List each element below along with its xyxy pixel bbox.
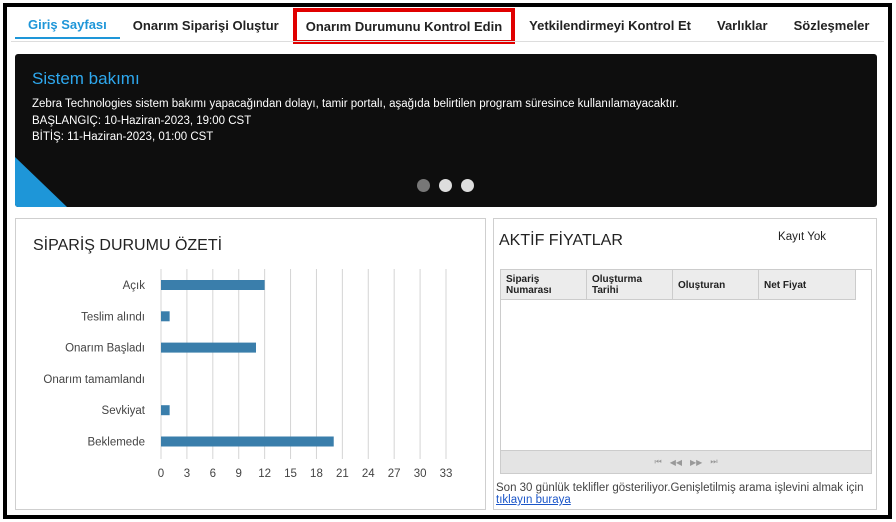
- carousel-dot-1[interactable]: [417, 179, 430, 192]
- order-status-chart: 0 3 6 9 12 15 18 21 24 27 30 33 Açık Teslim alındı Ona…: [43, 269, 453, 480]
- carousel-dot-3[interactable]: [461, 179, 474, 192]
- y-category-label: Onarım tamamlandı: [43, 374, 145, 386]
- banner-title: Sistem bakımı: [32, 69, 140, 88]
- carousel-dots: [417, 179, 474, 192]
- bar: [161, 405, 170, 416]
- nav-check-repair-status[interactable]: Onarım Durumunu Kontrol Edin: [292, 8, 516, 44]
- nav-contracts[interactable]: Sözleşmeler: [781, 11, 883, 39]
- x-tick-label: 33: [440, 468, 453, 480]
- x-tick-label: 15: [284, 468, 297, 480]
- banner-line-1: Zebra Technologies sistem bakımı yapacağ…: [32, 98, 679, 110]
- y-category-label: Sevkiyat: [102, 405, 146, 417]
- x-tick-label: 27: [388, 468, 401, 480]
- y-category-label: Beklemede: [87, 437, 145, 449]
- maintenance-banner: Sistem bakımı Zebra Technologies sistem …: [15, 54, 877, 207]
- prev-page-icon[interactable]: ◀◀: [670, 458, 682, 467]
- bar: [161, 311, 170, 322]
- order-status-summary-panel: SİPARİŞ DURUMU ÖZETİ 0 3 6 9 12 15 18 21 24 27 30 3…: [15, 218, 486, 510]
- active-prices-title: AKTİF FİYATLAR: [499, 232, 623, 249]
- x-tick-label: 6: [210, 468, 216, 480]
- x-tick-label: 21: [336, 468, 349, 480]
- x-tick-label: 24: [362, 468, 375, 480]
- x-tick-label: 0: [158, 468, 164, 480]
- banner-line-2: BAŞLANGIÇ: 10-Haziran-2023, 19:00 CST: [32, 114, 252, 127]
- app-frame: Giriş Sayfası Onarım Siparişi Oluştur On…: [3, 3, 892, 519]
- active-prices-panel: AKTİF FİYATLAR Kayıt Yok Sipariş Numaras…: [493, 218, 877, 510]
- banner-text: Zebra Technologies sistem bakımı yapacağ…: [32, 96, 679, 146]
- nav-divider: [11, 41, 884, 42]
- last-page-icon[interactable]: ⏭: [710, 457, 717, 467]
- no-records-label: Kayıt Yok: [778, 231, 826, 243]
- nav-create-repair-order[interactable]: Onarım Siparişi Oluştur: [120, 11, 292, 39]
- x-tick-label: 9: [236, 468, 242, 480]
- main-nav: Giriş Sayfası Onarım Siparişi Oluştur On…: [15, 8, 883, 44]
- grid-pager: ⏮ ◀◀ ▶▶ ⏭: [501, 450, 871, 473]
- quotes-note-text: Son 30 günlük teklifler gösteriliyor.Gen…: [496, 482, 864, 494]
- bar: [161, 342, 256, 353]
- quotes-note: Son 30 günlük teklifler gösteriliyor.Gen…: [496, 482, 866, 506]
- banner-line-3: BİTİŞ: 11-Haziran-2023, 01:00 CST: [32, 131, 214, 143]
- nav-assets[interactable]: Varlıklar: [704, 11, 781, 39]
- x-tick-label: 3: [184, 468, 190, 480]
- col-order-number[interactable]: Sipariş Numarası: [501, 270, 587, 300]
- y-category-label: Onarım Başladı: [65, 343, 145, 355]
- x-tick-label: 12: [258, 468, 271, 480]
- x-tick-label: 30: [414, 468, 427, 480]
- col-net-price[interactable]: Net Fiyat: [759, 270, 856, 300]
- extended-search-link[interactable]: tıklayın buraya: [496, 494, 571, 506]
- x-tick-label: 18: [310, 468, 323, 480]
- col-created-by[interactable]: Oluşturan: [673, 270, 759, 300]
- grid-header: Sipariş Numarası Oluşturma Tarihi Oluştu…: [501, 270, 856, 300]
- first-page-icon[interactable]: ⏮: [654, 457, 661, 467]
- nav-check-authorization[interactable]: Yetkilendirmeyi Kontrol Et: [516, 11, 704, 39]
- carousel-dot-2[interactable]: [439, 179, 452, 192]
- bar: [161, 436, 334, 447]
- col-created-date[interactable]: Oluşturma Tarihi: [587, 270, 673, 300]
- y-category-label: Açık: [123, 280, 146, 292]
- prices-grid: Sipariş Numarası Oluşturma Tarihi Oluştu…: [500, 269, 872, 474]
- banner-corner-decoration: [15, 157, 67, 207]
- bar: [161, 280, 265, 290]
- next-page-icon[interactable]: ▶▶: [690, 458, 702, 467]
- y-category-label: Teslim alındı: [81, 311, 145, 323]
- nav-home[interactable]: Giriş Sayfası: [15, 11, 120, 39]
